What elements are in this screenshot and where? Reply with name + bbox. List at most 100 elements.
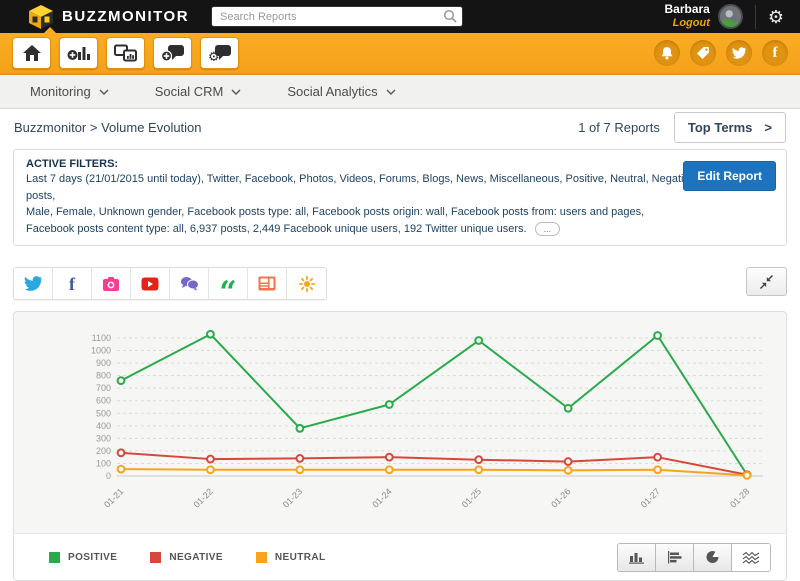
filters-line-3-text: Facebook posts content type: all, 6,937 … — [26, 222, 527, 235]
filters-title: ACTIVE FILTERS: — [26, 158, 119, 170]
channel-twitter-button[interactable] — [14, 268, 53, 299]
data-point-negative[interactable] — [563, 457, 573, 466]
y-tick-label: 100 — [96, 458, 111, 468]
channel-miscellaneous-button[interactable] — [287, 268, 326, 299]
newspaper-icon — [258, 276, 276, 291]
data-point-neutral[interactable] — [563, 465, 573, 475]
y-tick-label: 1100 — [92, 333, 111, 343]
data-point-neutral[interactable] — [206, 465, 215, 475]
channel-forums-button[interactable] — [170, 268, 209, 299]
menu-social-analytics[interactable]: Social Analytics — [287, 84, 396, 99]
edit-report-button[interactable]: Edit Report — [683, 161, 776, 191]
legend-item-negative: NEGATIVE — [150, 551, 223, 563]
data-point-positive[interactable] — [474, 336, 484, 345]
x-tick-label: 01-24 — [370, 486, 393, 509]
conversation-settings-button[interactable]: ⚙ — [200, 37, 239, 69]
facebook-button[interactable]: f — [762, 40, 788, 66]
data-point-neutral[interactable] — [116, 464, 126, 474]
dashboards-button[interactable] — [106, 37, 145, 69]
tag-button[interactable] — [690, 40, 716, 66]
horizontal-bar-chart-icon — [668, 551, 682, 564]
facebook-icon: f — [772, 44, 778, 61]
settings-gear-icon[interactable]: ⚙ — [768, 8, 784, 26]
bar-chart-button[interactable] — [618, 543, 656, 571]
data-point-negative[interactable] — [653, 452, 662, 462]
topbar-divider — [754, 4, 756, 29]
x-tick-label: 01-23 — [281, 486, 304, 509]
sun-icon — [298, 275, 315, 292]
search-icon[interactable] — [443, 9, 458, 24]
y-tick-label: 300 — [96, 433, 111, 443]
chart-type-switcher — [617, 542, 771, 572]
legend-item-positive: POSITIVE — [49, 551, 117, 563]
data-point-positive[interactable] — [653, 331, 662, 340]
twitter-button[interactable] — [726, 40, 752, 66]
twitter-icon — [732, 47, 746, 59]
y-tick-label: 200 — [96, 446, 111, 456]
data-point-neutral[interactable] — [474, 465, 484, 475]
data-point-negative[interactable] — [295, 454, 305, 463]
data-point-neutral[interactable] — [295, 465, 305, 475]
main-toolbar: ⚙ f — [0, 27, 800, 75]
new-conversation-button[interactable] — [153, 37, 192, 69]
channel-videos-button[interactable] — [131, 268, 170, 299]
data-point-neutral[interactable] — [653, 465, 662, 475]
y-tick-label: 0 — [106, 471, 111, 481]
menu-social-crm-label: Social CRM — [154, 84, 224, 99]
legend-label-neutral: NEUTRAL — [274, 551, 326, 563]
series-line-positive — [120, 333, 748, 476]
x-tick-label: 01-27 — [639, 486, 662, 509]
next-report-button[interactable]: Top Terms > — [673, 112, 786, 143]
channel-photos-button[interactable] — [92, 268, 131, 299]
new-conversation-icon — [160, 45, 184, 62]
legend-item-neutral: NEUTRAL — [255, 551, 326, 563]
negative-swatch — [150, 551, 162, 563]
channel-facebook-button[interactable]: f — [53, 268, 92, 299]
avatar[interactable] — [717, 4, 743, 29]
search-input[interactable] — [211, 6, 464, 27]
data-point-negative[interactable] — [206, 454, 215, 464]
channel-quotes-button[interactable]: “ — [209, 268, 248, 299]
data-point-neutral[interactable] — [742, 470, 752, 480]
y-tick-label: 600 — [96, 396, 111, 406]
data-point-negative[interactable] — [474, 455, 484, 465]
report-counter: 1 of 7 Reports — [578, 120, 660, 135]
data-point-neutral[interactable] — [384, 465, 394, 475]
collapse-report-button[interactable] — [746, 267, 787, 296]
camera-icon — [103, 276, 119, 291]
y-tick-label: 900 — [96, 358, 111, 368]
area-chart-button[interactable] — [732, 543, 770, 571]
notifications-bell-button[interactable] — [654, 40, 680, 66]
search-wrap — [211, 6, 464, 27]
data-point-positive[interactable] — [384, 400, 394, 409]
y-tick-label: 500 — [96, 408, 111, 418]
home-button[interactable] — [12, 37, 51, 69]
horizontal-bar-chart-button[interactable] — [656, 543, 694, 571]
data-point-negative[interactable] — [116, 448, 126, 458]
filters-line-3: Facebook posts content type: all, 6,937 … — [26, 221, 774, 238]
data-point-positive[interactable] — [563, 403, 573, 413]
channel-news-button[interactable] — [248, 268, 287, 299]
chevron-down-icon — [386, 89, 396, 95]
conversation-settings-icon: ⚙ — [208, 45, 231, 62]
menu-social-crm[interactable]: Social CRM — [155, 84, 242, 99]
user-names: Barbara Logout — [665, 2, 710, 30]
chart-legend: POSITIVE NEGATIVE NEUTRAL — [29, 551, 326, 563]
filters-more-button[interactable]: ... — [534, 221, 561, 236]
brand-name: BUZZMONITOR — [62, 8, 190, 25]
data-point-positive[interactable] — [206, 329, 215, 339]
logout-link[interactable]: Logout — [665, 17, 710, 30]
menu-monitoring[interactable]: Monitoring — [30, 84, 109, 99]
active-filters-panel: ACTIVE FILTERS: Last 7 days (21/01/2015 … — [13, 149, 787, 246]
series-line-neutral — [120, 468, 748, 477]
user-area: Barbara Logout ⚙ — [665, 2, 791, 30]
data-point-positive[interactable] — [116, 376, 126, 386]
legend-label-negative: NEGATIVE — [169, 551, 223, 563]
new-report-icon — [67, 47, 90, 60]
new-report-button[interactable] — [59, 37, 98, 69]
data-point-negative[interactable] — [384, 452, 394, 462]
x-tick-label: 01-26 — [549, 486, 572, 509]
pie-chart-button[interactable] — [694, 543, 732, 571]
top-bar: BUZZMONITOR Barbara Logout ⚙ — [0, 0, 800, 33]
data-point-positive[interactable] — [295, 423, 305, 433]
